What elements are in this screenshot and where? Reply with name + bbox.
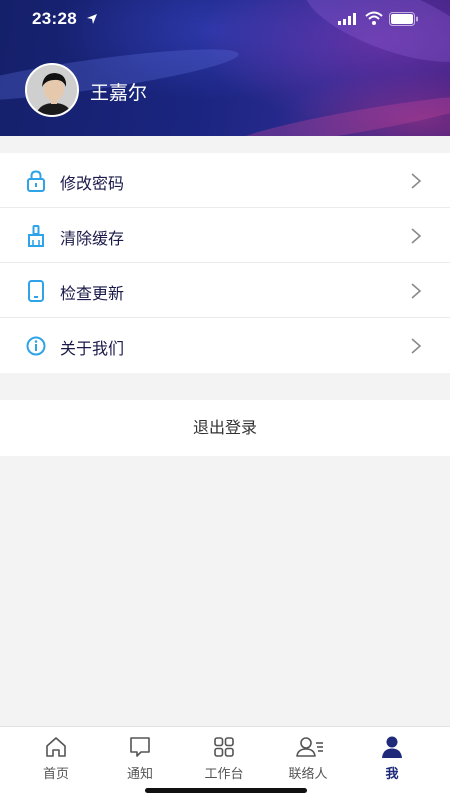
settings-menu: 修改密码 清除缓存 检查更新 关于我们: [0, 153, 450, 373]
chevron-right-icon: [411, 283, 422, 299]
menu-item-about-us[interactable]: 关于我们: [0, 318, 450, 373]
menu-item-label: 检查更新: [60, 284, 125, 303]
user-name: 王嘉尔: [90, 82, 148, 104]
tab-label: 我: [385, 767, 399, 782]
tab-notifications[interactable]: 通知: [95, 727, 185, 787]
chevron-right-icon: [411, 228, 422, 244]
person-icon: [382, 736, 402, 758]
tab-workbench[interactable]: 工作台: [179, 727, 269, 787]
signal-icon: [338, 13, 356, 25]
wifi-icon: [365, 11, 383, 25]
profile-header: 23:28 王嘉尔: [0, 0, 450, 136]
tab-home[interactable]: 首页: [11, 727, 101, 787]
phone-icon: [28, 280, 44, 302]
contacts-icon: [296, 737, 323, 757]
status-time: 23:28: [32, 9, 77, 28]
menu-item-label: 修改密码: [60, 174, 125, 193]
avatar-image: [27, 65, 77, 115]
tab-label: 工作台: [204, 767, 244, 782]
location-arrow-icon: [87, 14, 97, 24]
message-icon: [130, 737, 150, 757]
menu-item-label: 关于我们: [60, 339, 125, 358]
menu-item-change-password[interactable]: 修改密码: [0, 153, 450, 208]
grid-icon: [214, 737, 234, 757]
avatar[interactable]: [25, 63, 79, 117]
tab-label: 通知: [126, 767, 153, 782]
tab-contacts[interactable]: 联络人: [263, 727, 353, 787]
tab-me[interactable]: 我: [347, 727, 437, 787]
tab-label: 联络人: [288, 767, 328, 782]
tab-label: 首页: [42, 767, 69, 782]
menu-item-label: 清除缓存: [60, 229, 125, 248]
chevron-right-icon: [411, 338, 422, 354]
lock-icon: [27, 170, 45, 192]
menu-item-clear-cache[interactable]: 清除缓存: [0, 208, 450, 263]
home-indicator: [145, 788, 307, 793]
brush-icon: [28, 225, 44, 247]
chevron-right-icon: [411, 173, 422, 189]
home-icon: [46, 737, 66, 757]
logout-button[interactable]: 退出登录: [0, 400, 450, 456]
status-bar: 23:28: [0, 0, 450, 40]
info-icon: [26, 336, 46, 356]
battery-icon: [389, 12, 418, 26]
header-decoration: [230, 87, 450, 136]
menu-item-check-update[interactable]: 检查更新: [0, 263, 450, 318]
